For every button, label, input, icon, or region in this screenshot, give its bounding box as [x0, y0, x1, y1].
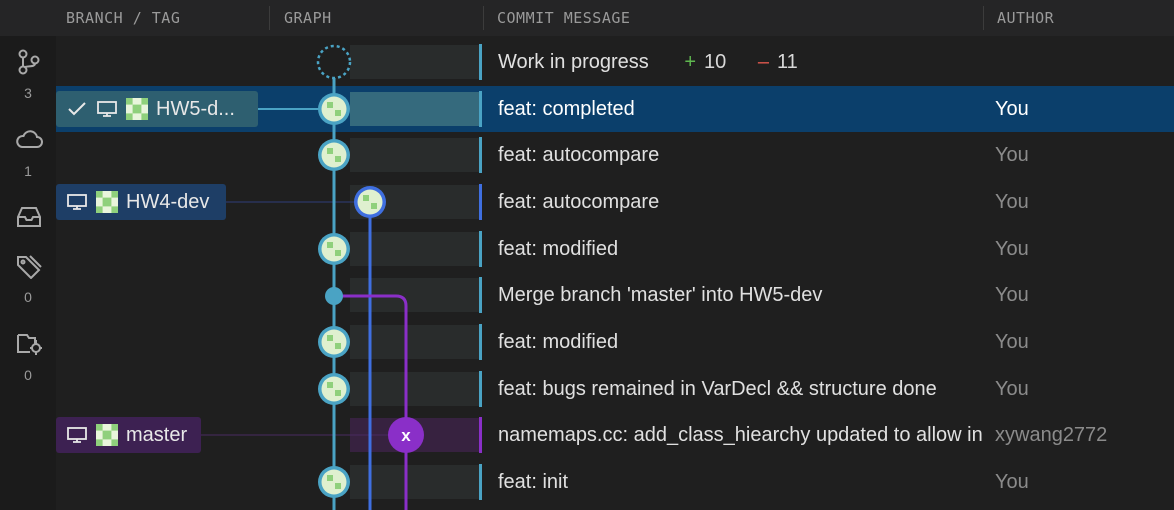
commit-node[interactable]: [318, 233, 350, 265]
commit-node[interactable]: [354, 186, 386, 218]
author-avatar-letter: x: [401, 426, 411, 445]
commit-node-master[interactable]: x: [388, 417, 424, 453]
wip-node[interactable]: [316, 44, 352, 80]
merge-node[interactable]: [325, 287, 343, 305]
commit-graph: x: [201, 44, 424, 510]
commit-node[interactable]: [318, 326, 350, 358]
commit-node[interactable]: [318, 373, 350, 405]
commit-node[interactable]: [318, 93, 350, 125]
commit-node[interactable]: [318, 466, 350, 498]
commit-node[interactable]: [318, 139, 350, 171]
